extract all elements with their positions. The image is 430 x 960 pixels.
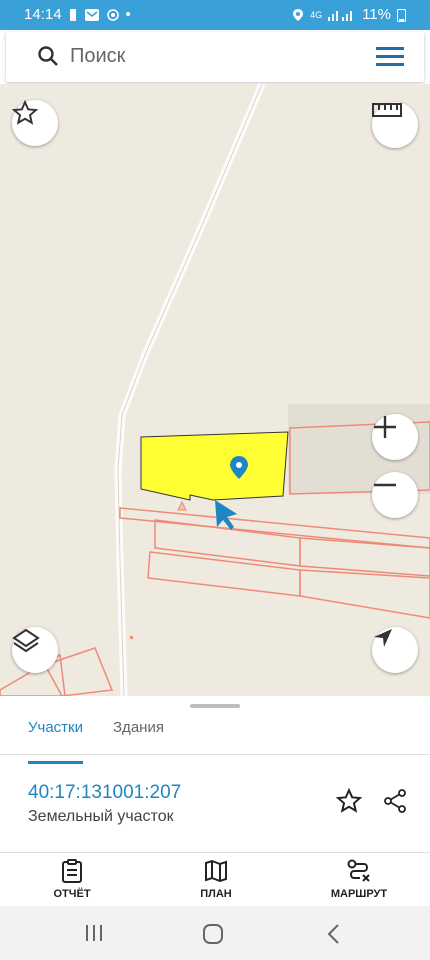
tab-buildings[interactable]: Здания [113, 716, 164, 752]
search-bar[interactable] [6, 32, 424, 82]
clipboard-icon [62, 859, 82, 883]
nav-report[interactable]: ОТЧЁТ [52, 859, 92, 900]
menu-icon[interactable] [376, 44, 404, 68]
map-canvas[interactable] [0, 84, 430, 696]
back-icon[interactable] [326, 923, 342, 945]
parcel-cadastral-number[interactable]: 40:17:131001:207 [28, 782, 181, 804]
navigation-arrow-icon [374, 629, 392, 647]
battery-icon [397, 8, 406, 22]
minus-icon [374, 483, 396, 487]
zoom-out-button[interactable] [372, 472, 418, 518]
recent-apps-icon[interactable] [84, 924, 104, 942]
status-bar: 14:14 • 4G 11% [0, 0, 430, 30]
battery-saver-icon [69, 8, 76, 21]
favorites-button[interactable] [12, 100, 58, 146]
parcel-type: Земельный участок [28, 808, 174, 825]
layers-button[interactable] [12, 627, 58, 673]
nav-route-label: МАРШРУТ [330, 888, 388, 900]
search-icon[interactable] [36, 44, 60, 68]
layers-icon [12, 628, 40, 653]
map-icon [205, 859, 227, 883]
home-icon[interactable] [202, 923, 224, 945]
battery-percent: 11% [362, 6, 391, 23]
nav-plan[interactable]: ПЛАН [196, 859, 236, 900]
status-right: 4G 11% [292, 6, 406, 23]
selected-parcel[interactable] [140, 431, 289, 501]
nav-report-label: ОТЧЁТ [53, 888, 91, 900]
panel-drag-handle[interactable] [190, 704, 240, 708]
info-panel: Участки Здания 40:17:131001:207 Земельны… [0, 696, 430, 960]
notification-dot-icon: • [125, 6, 131, 23]
ruler-icon [372, 103, 402, 117]
route-icon [347, 859, 370, 882]
nav-route[interactable]: МАРШРУТ [326, 859, 392, 900]
star-icon [12, 100, 38, 125]
mail-icon [84, 8, 99, 21]
map-view[interactable] [0, 84, 430, 696]
search-input[interactable] [68, 44, 372, 69]
status-time: 14:14 [24, 6, 62, 23]
zoom-in-button[interactable] [372, 414, 418, 460]
tabs-bar: Участки Здания [0, 714, 430, 764]
status-left: 14:14 • [24, 6, 131, 23]
sync-icon [106, 8, 119, 21]
tab-parcels[interactable]: Участки [28, 716, 83, 764]
network-type: 4G [310, 9, 323, 20]
signal-icon [328, 10, 353, 21]
bottom-nav: ОТЧЁТ ПЛАН МАРШРУТ [0, 852, 430, 907]
ruler-button[interactable] [372, 102, 418, 148]
share-icon[interactable] [382, 788, 408, 814]
plus-icon [374, 416, 396, 438]
favorite-star-icon[interactable] [336, 788, 362, 814]
nav-plan-label: ПЛАН [200, 888, 232, 900]
my-location-button[interactable] [372, 627, 418, 673]
system-nav-bar [0, 906, 430, 960]
location-icon [293, 8, 304, 21]
